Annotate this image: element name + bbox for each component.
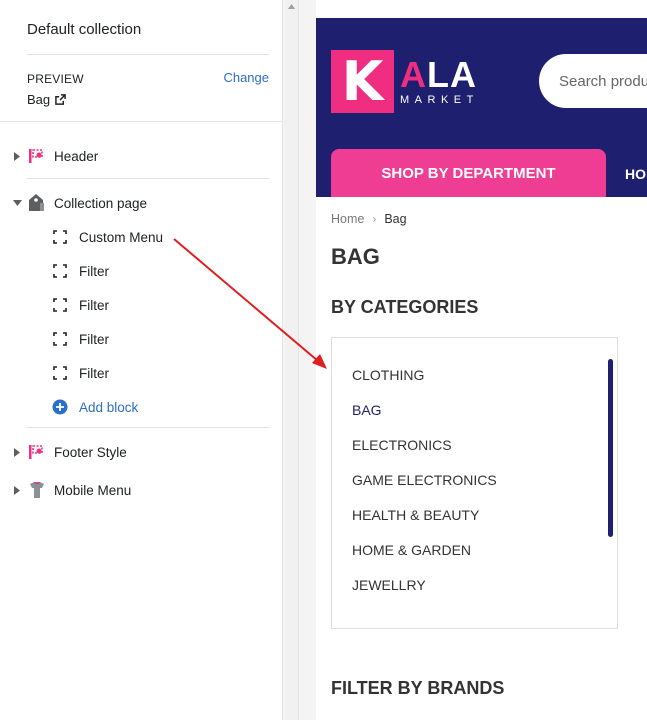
section-label: Header (54, 148, 99, 164)
category-link[interactable]: ELECTRONICS (352, 437, 452, 453)
category-link[interactable]: JEWELLRY (352, 577, 426, 593)
section-label: Collection page (54, 195, 148, 211)
divider (27, 427, 269, 428)
breadcrumb-home-link[interactable]: Home (331, 212, 364, 226)
category-list: CLOTHING BAG ELECTRONICS GAME ELECTRONIC… (331, 337, 618, 629)
block-filter[interactable]: Filter (52, 257, 109, 285)
theme-editor-sidebar: Default collection PREVIEW Change Bag He… (0, 0, 283, 720)
plus-circle-icon (52, 399, 68, 415)
product-search-input[interactable]: Search produ (539, 54, 647, 108)
footer-icon (26, 441, 48, 463)
section-label: Mobile Menu (54, 482, 132, 498)
block-label: Custom Menu (79, 229, 164, 245)
divider (27, 54, 269, 55)
logo-word-pink: A (400, 53, 427, 95)
caret-right-icon[interactable] (12, 447, 22, 457)
sidebar-scrollbar[interactable] (284, 0, 299, 720)
store-logo[interactable]: K ALA MARKET (331, 50, 479, 113)
section-label: Footer Style (54, 444, 127, 460)
site-header: K ALA MARKET Search produ SHOP BY DEPART… (316, 18, 647, 197)
chevron-right-icon: › (372, 212, 377, 226)
block-filter[interactable]: Filter (52, 325, 109, 353)
sidebar-title: Default collection (27, 21, 142, 38)
logo-word-rest: LA (427, 53, 477, 95)
breadcrumb-current: Bag (384, 212, 407, 226)
dashed-square-icon (53, 366, 67, 380)
mobile-menu-icon (26, 479, 48, 501)
category-link[interactable]: HEALTH & BEAUTY (352, 507, 479, 523)
dashed-square-icon (53, 264, 67, 278)
dashed-square-icon (53, 332, 67, 346)
block-label: Filter (79, 263, 109, 279)
preview-label: PREVIEW (27, 72, 84, 86)
block-filter[interactable]: Filter (52, 291, 109, 319)
block-custom-menu[interactable]: Custom Menu (52, 223, 163, 251)
category-list-scrollbar[interactable] (608, 359, 613, 537)
category-link-active[interactable]: BAG (352, 402, 382, 418)
caret-down-icon[interactable] (12, 200, 22, 206)
section-mobile-menu[interactable]: Mobile Menu (0, 475, 283, 505)
divider (0, 121, 283, 122)
block-label: Filter (79, 297, 109, 313)
divider (27, 178, 269, 179)
add-block-button[interactable]: Add block (52, 393, 138, 421)
block-filter[interactable]: Filter (52, 359, 109, 387)
dashed-square-icon (53, 298, 67, 312)
logo-wordmark: ALA MARKET (400, 56, 479, 106)
scroll-up-arrow-icon[interactable] (284, 4, 299, 14)
preview-value: Bag (27, 92, 51, 107)
section-collection-page[interactable]: Collection page (0, 188, 283, 218)
section-footer-style[interactable]: Footer Style (0, 437, 283, 467)
external-link-icon (55, 94, 66, 105)
category-link[interactable]: GAME ELECTRONICS (352, 472, 497, 488)
page-title: BAG (331, 244, 380, 269)
change-preview-link[interactable]: Change (223, 70, 269, 85)
tag-icon (26, 192, 48, 214)
nav-item-home[interactable]: HO (625, 166, 646, 182)
caret-right-icon[interactable] (12, 151, 22, 161)
brands-heading: FILTER BY BRANDS (331, 678, 505, 698)
header-icon (26, 145, 48, 167)
shop-by-department-button[interactable]: SHOP BY DEPARTMENT (331, 149, 606, 197)
dashed-square-icon (53, 230, 67, 244)
logo-sub: MARKET (400, 93, 479, 106)
preview-value-link[interactable]: Bag (27, 92, 66, 107)
logo-letter: K (341, 49, 384, 113)
section-header[interactable]: Header (0, 141, 283, 171)
storefront-preview: K ALA MARKET Search produ SHOP BY DEPART… (316, 18, 647, 720)
categories-heading: BY CATEGORIES (331, 297, 479, 317)
breadcrumb: Home › Bag (331, 212, 407, 226)
block-label: Filter (79, 331, 109, 347)
logo-mark: K (331, 50, 394, 113)
add-block-label: Add block (79, 399, 139, 415)
block-label: Filter (79, 365, 109, 381)
category-link[interactable]: HOME & GARDEN (352, 542, 471, 558)
category-link[interactable]: CLOTHING (352, 367, 424, 383)
caret-right-icon[interactable] (12, 485, 22, 495)
logo-word: ALA (400, 56, 479, 92)
